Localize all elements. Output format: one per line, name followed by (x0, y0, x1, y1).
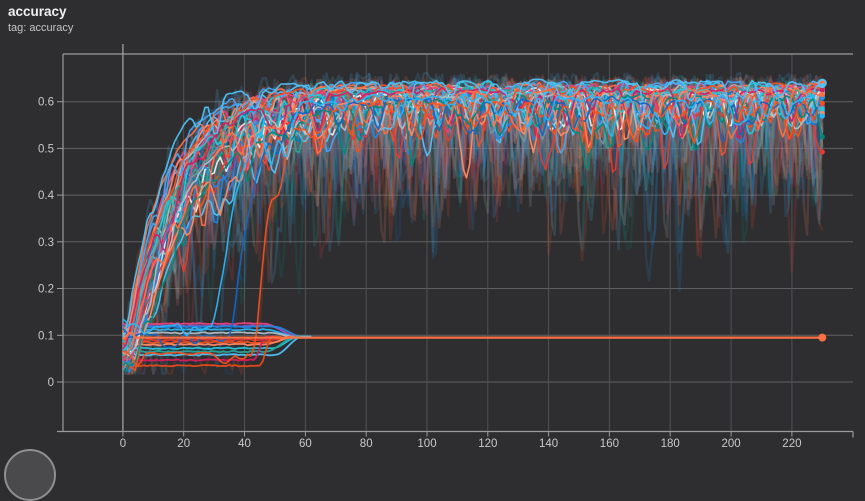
x-tick-label: 80 (360, 438, 373, 450)
y-tick-label: 0.5 (38, 143, 54, 155)
run-endpoint-dot[interactable] (820, 83, 825, 88)
y-tick-label: 0 (48, 377, 54, 389)
x-tick-label: 200 (722, 438, 741, 450)
x-tick-label: 180 (661, 438, 680, 450)
x-tick-label: 220 (782, 438, 801, 450)
run-endpoint-dot[interactable] (820, 134, 825, 139)
run-endpoint-dot[interactable] (820, 149, 825, 154)
y-tick-label: 0.6 (38, 97, 54, 109)
x-tick-label: 100 (417, 438, 436, 450)
x-tick-label: 40 (238, 438, 251, 450)
y-tick-label: 0.4 (38, 190, 55, 202)
chart-card-header: accuracy tag: accuracy (8, 4, 73, 36)
chart-tag-subtitle: tag: accuracy (8, 22, 73, 36)
accuracy-line-chart[interactable]: 0 0.1 0.2 0.3 0.4 0.5 0.6 0 20 40 60 80 100 120 140 160… (0, 0, 865, 456)
y-tick-label: 0.1 (38, 330, 54, 342)
x-tick-label: 140 (539, 438, 558, 450)
x-tick-label: 0 (120, 438, 126, 450)
x-tick-label: 160 (600, 438, 619, 450)
run-endpoint-dot[interactable] (820, 92, 825, 97)
y-tick-label: 0.3 (38, 237, 54, 249)
x-tick-label: 60 (299, 438, 312, 450)
x-tick-label: 20 (177, 438, 190, 450)
chart-title: accuracy (8, 4, 73, 21)
bottom-left-partial-circle-button[interactable] (4, 449, 56, 501)
run-endpoint-dot[interactable] (820, 106, 825, 111)
y-tick-label: 0.2 (38, 284, 54, 296)
run-endpoint-dot[interactable] (820, 113, 825, 118)
run-endpoint-dot[interactable] (820, 101, 825, 106)
x-tick-label: 120 (478, 438, 497, 450)
